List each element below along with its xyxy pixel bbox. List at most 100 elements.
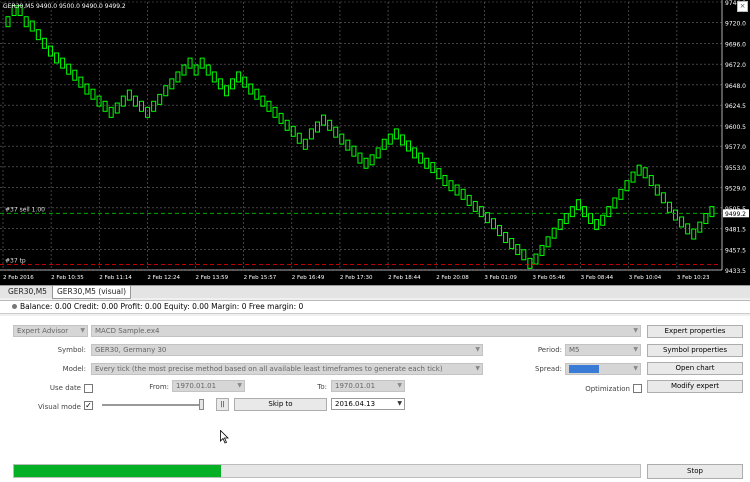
price-brick xyxy=(497,225,503,237)
account-summary: Balance: 0.00 Credit: 0.00 Profit: 0.00 … xyxy=(20,302,304,311)
price-brick xyxy=(539,244,545,256)
price-brick xyxy=(563,213,569,225)
price-brick xyxy=(90,88,96,100)
price-brick xyxy=(327,119,333,131)
period-select[interactable]: M5 ▼ xyxy=(565,344,641,356)
price-brick xyxy=(108,106,114,118)
price-brick xyxy=(163,85,169,97)
price-brick xyxy=(205,64,211,76)
modify-expert-button[interactable]: Modify expert xyxy=(647,380,743,393)
price-brick xyxy=(5,16,11,28)
price-brick xyxy=(345,139,351,151)
speed-slider-track[interactable] xyxy=(102,404,204,406)
current-price-label: 9499.2 xyxy=(725,211,746,218)
chevron-down-icon: ▼ xyxy=(80,327,85,334)
price-brick xyxy=(211,71,217,83)
skip-date-value: 2016.04.13 xyxy=(335,400,376,408)
price-brick xyxy=(126,89,132,101)
price-brick xyxy=(399,134,405,146)
speed-slider-thumb[interactable] xyxy=(199,399,204,410)
price-brick xyxy=(642,167,648,179)
model-select[interactable]: Every tick (the most precise method base… xyxy=(91,363,483,375)
model-value: Every tick (the most precise method base… xyxy=(95,365,443,373)
spread-select[interactable]: Current ▼ xyxy=(565,363,641,375)
optimization-checkbox[interactable] xyxy=(633,384,642,393)
price-brick xyxy=(248,83,254,95)
price-brick xyxy=(157,93,163,105)
price-brick xyxy=(66,63,72,75)
price-brick xyxy=(393,128,399,140)
pause-button[interactable]: || xyxy=(216,398,229,411)
price-brick xyxy=(484,212,490,224)
price-brick xyxy=(430,162,436,174)
price-brick xyxy=(47,45,53,57)
tab-ger30-m5-visual[interactable]: GER30,M5 (visual) xyxy=(52,286,132,299)
use-date-checkbox[interactable] xyxy=(84,384,93,393)
symbol-label: Symbol: xyxy=(57,346,86,354)
price-brick xyxy=(199,57,205,69)
chevron-down-icon: ▼ xyxy=(633,346,638,353)
price-brick xyxy=(120,95,126,107)
open-chart-button[interactable]: Open chart xyxy=(647,362,743,375)
time-tick-label: 2 Feb 15:57 xyxy=(244,275,277,281)
price-chart[interactable]: 9744.0 9720.0 9696.0 9672.0 9648.0 9624.5 9600… xyxy=(0,0,750,285)
expert-properties-button[interactable]: Expert properties xyxy=(647,325,743,338)
price-brick xyxy=(54,52,60,64)
price-tick-label: 9696.0 xyxy=(725,41,746,48)
use-date-label: Use date xyxy=(49,384,81,392)
symbol-properties-button[interactable]: Symbol properties xyxy=(647,344,743,357)
price-brick xyxy=(460,188,466,200)
account-status-bar: Balance: 0.00 Credit: 0.00 Profit: 0.00 … xyxy=(0,300,750,314)
spread-label: Spread: xyxy=(534,365,562,373)
price-brick xyxy=(72,69,78,81)
symbol-select[interactable]: GER30, Germany 30 ▼ xyxy=(91,344,483,356)
tester-type-select[interactable]: Expert Advisor ▼ xyxy=(13,325,88,337)
price-brick xyxy=(691,228,697,240)
price-brick xyxy=(339,133,345,145)
optimization-label: Optimization xyxy=(585,385,630,393)
calendar-dropdown-icon: ▼ xyxy=(397,382,402,389)
chevron-down-icon: ▼ xyxy=(633,327,638,334)
stop-button[interactable]: Stop xyxy=(647,464,743,479)
time-tick-label: 2 Feb 13:59 xyxy=(196,275,229,281)
price-brick xyxy=(114,102,120,114)
time-tick-label: 2 Feb 10:35 xyxy=(51,275,84,281)
expert-select[interactable]: MACD Sample.ex4 ▼ xyxy=(91,325,641,337)
price-tick-label: 9481.5 xyxy=(725,227,746,234)
price-brick xyxy=(660,192,666,204)
price-brick xyxy=(187,57,193,69)
price-brick xyxy=(272,106,278,118)
price-brick xyxy=(666,201,672,213)
price-brick xyxy=(260,95,266,107)
price-tick-label: 9529.0 xyxy=(725,186,746,193)
price-brick xyxy=(551,227,557,239)
price-tick-label: 9720.0 xyxy=(725,21,746,28)
price-brick xyxy=(314,121,320,133)
price-brick xyxy=(588,213,594,225)
progress-fill xyxy=(14,465,221,477)
time-tick-label: 2 Feb 2016 xyxy=(3,275,34,281)
price-brick xyxy=(375,147,381,159)
skip-date-field[interactable]: 2016.04.13 ▼ xyxy=(331,398,405,410)
to-date-field[interactable]: 1970.01.01 ▼ xyxy=(331,380,405,392)
price-brick xyxy=(594,219,600,231)
price-brick xyxy=(193,64,199,76)
chart-tabs: GER30,M5 GER30,M5 (visual) xyxy=(0,285,750,299)
tab-ger30-m5[interactable]: GER30,M5 xyxy=(4,286,51,298)
visual-mode-checkbox[interactable]: ✓ xyxy=(84,401,93,410)
time-tick-label: 3 Feb 05:46 xyxy=(532,275,565,281)
price-brick xyxy=(654,184,660,196)
close-icon[interactable]: × xyxy=(737,1,748,12)
time-tick-label: 3 Feb 10:23 xyxy=(677,275,710,281)
period-label: Period: xyxy=(537,346,562,354)
price-brick xyxy=(612,197,618,209)
price-brick xyxy=(648,175,654,187)
price-brick xyxy=(23,16,29,28)
price-tick-label: 9553.0 xyxy=(725,165,746,172)
price-brick xyxy=(703,213,709,225)
price-brick xyxy=(175,71,181,83)
from-date-field[interactable]: 1970.01.01 ▼ xyxy=(172,380,245,392)
price-brick xyxy=(132,95,138,107)
skip-to-button[interactable]: Skip to xyxy=(234,398,327,411)
price-brick xyxy=(169,78,175,90)
